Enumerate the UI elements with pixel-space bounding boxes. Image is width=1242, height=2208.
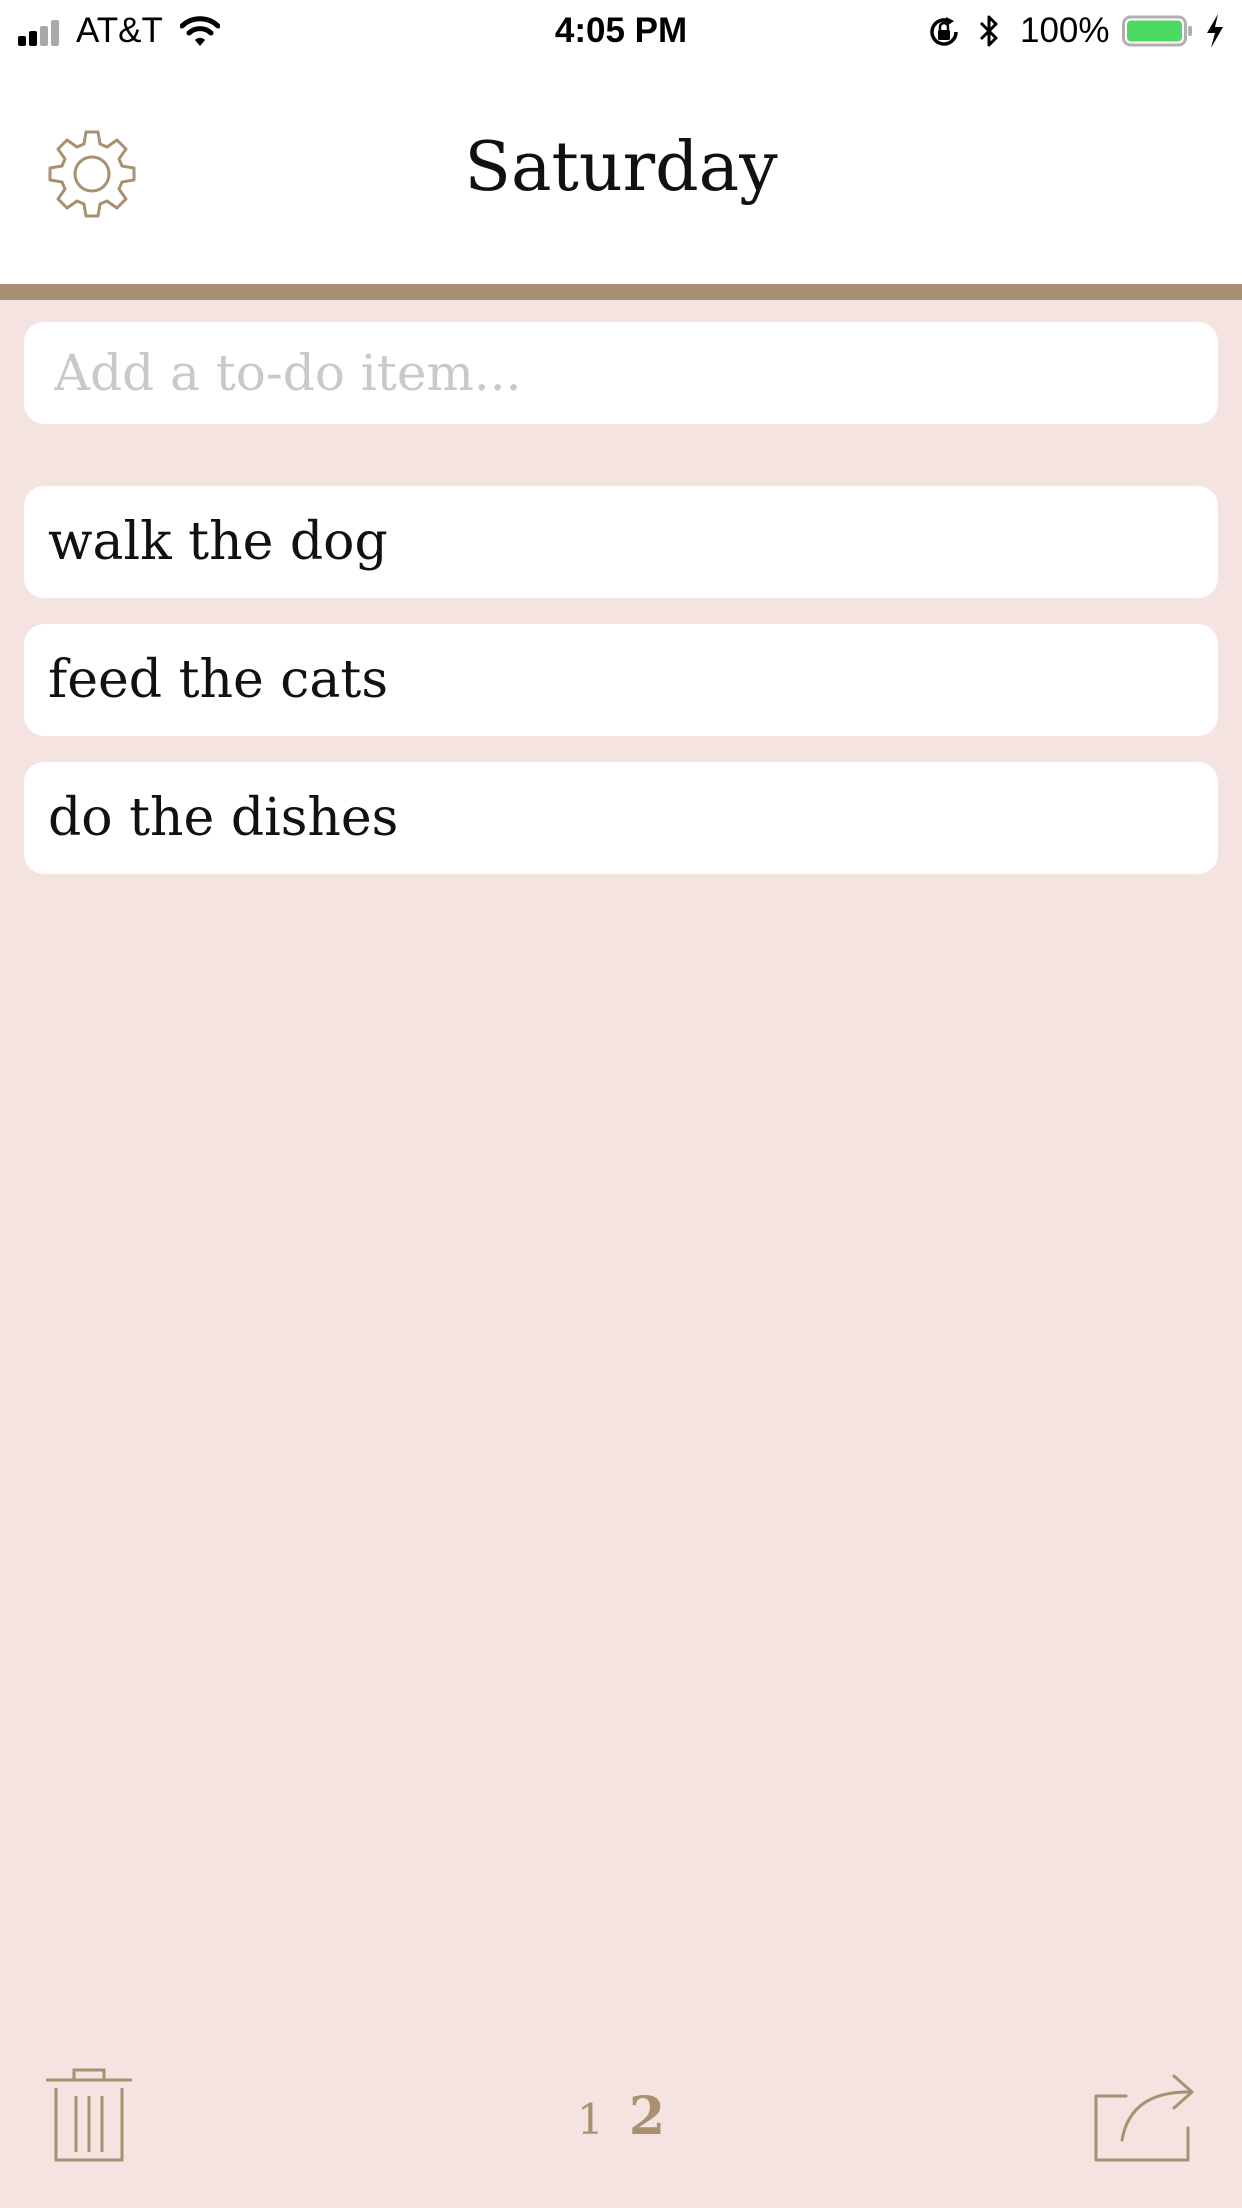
- status-bar: AT&T 4:05 PM 100%: [0, 0, 1242, 62]
- page-indicator: 1 2: [0, 2086, 1242, 2147]
- todo-item-text: walk the dog: [48, 512, 388, 572]
- charging-bolt-icon: [1207, 14, 1223, 48]
- header: Saturday: [0, 62, 1242, 284]
- header-divider: [0, 284, 1242, 300]
- add-todo-input[interactable]: [24, 322, 1218, 424]
- battery-icon: [1122, 15, 1192, 47]
- todo-item-text: feed the cats: [48, 650, 389, 710]
- page-title: Saturday: [464, 128, 778, 207]
- todo-list: walk the dog feed the cats do the dishes: [24, 486, 1218, 900]
- todo-item[interactable]: feed the cats: [24, 624, 1218, 736]
- todo-item[interactable]: do the dishes: [24, 762, 1218, 874]
- todo-item[interactable]: walk the dog: [24, 486, 1218, 598]
- page-2-button[interactable]: 2: [629, 2086, 665, 2147]
- todo-item-text: do the dishes: [48, 788, 399, 848]
- share-icon[interactable]: [1092, 2066, 1202, 2166]
- page-1-button[interactable]: 1: [577, 2095, 604, 2144]
- orientation-lock-icon: [930, 17, 958, 46]
- battery-percentage: 100%: [1020, 11, 1110, 50]
- bluetooth-icon: [979, 15, 998, 47]
